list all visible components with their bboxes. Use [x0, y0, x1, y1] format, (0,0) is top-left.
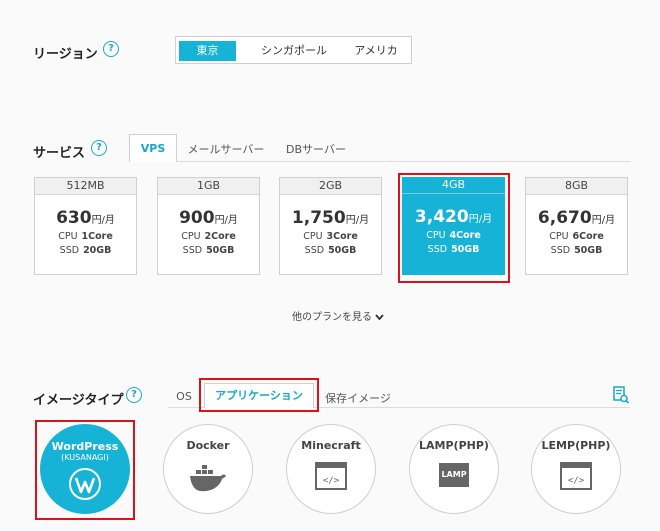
plan-ssd: SSD 50GB: [550, 245, 603, 256]
app-lamp[interactable]: LAMP(PHP) LAMP: [409, 424, 499, 514]
tab-vps[interactable]: VPS: [129, 134, 177, 162]
plan-card-8gb[interactable]: 8GB 6,670円/月 CPU 6Core SSD 50GB: [525, 177, 628, 275]
tab-application[interactable]: アプリケーション: [204, 383, 314, 408]
plan-name: 8GB: [526, 178, 627, 195]
chevron-down-icon: [375, 313, 384, 320]
plan-cpu: CPU 1Core: [58, 231, 113, 242]
image-type-help-icon[interactable]: ?: [126, 387, 142, 403]
service-tab-rule: [130, 161, 630, 162]
plan-price: 1,750円/月: [291, 208, 370, 228]
plan-price: 900円/月: [179, 208, 238, 228]
region-help-icon[interactable]: ?: [103, 41, 119, 57]
tab-saved-image[interactable]: 保存イメージ: [322, 390, 394, 406]
region-option-singapore[interactable]: シンガポール: [244, 41, 344, 61]
plan-card-4gb[interactable]: 4GB 3,420円/月 CPU 4Core SSD 50GB: [402, 177, 505, 275]
plan-card-2gb[interactable]: 2GB 1,750円/月 CPU 3Core SSD 50GB: [279, 177, 382, 275]
plan-name: 2GB: [280, 178, 381, 195]
region-selector: 東京 シンガポール アメリカ: [175, 36, 412, 64]
plan-cpu: CPU 4Core: [426, 230, 481, 241]
code-window-icon: </>: [315, 462, 347, 490]
region-label: リージョン: [33, 47, 98, 62]
service-label: サービス: [33, 146, 86, 161]
region-option-tokyo[interactable]: 東京: [179, 41, 236, 61]
plan-price: 630円/月: [56, 208, 115, 228]
svg-text:</>: </>: [568, 476, 585, 486]
plan-name: 1GB: [158, 178, 259, 195]
plan-card-1gb[interactable]: 1GB 900円/月 CPU 2Core SSD 50GB: [157, 177, 260, 275]
plan-ssd: SSD 20GB: [59, 245, 112, 256]
plan-ssd: SSD 50GB: [304, 245, 357, 256]
plan-card-512mb[interactable]: 512MB 630円/月 CPU 1Core SSD 20GB: [34, 177, 137, 275]
docker-whale-icon: [190, 465, 226, 492]
app-docker[interactable]: Docker: [163, 424, 253, 514]
wordpress-logo-icon: [69, 468, 101, 500]
more-plans-link[interactable]: 他のプランを見る: [292, 308, 384, 323]
plan-cpu: CPU 6Core: [549, 231, 604, 242]
tab-os[interactable]: OS: [170, 390, 198, 403]
plan-cpu: CPU 2Core: [181, 231, 236, 242]
code-window-icon: </>: [560, 462, 592, 490]
plan-name: 4GB: [402, 177, 505, 194]
plan-ssd: SSD 50GB: [182, 245, 235, 256]
service-help-icon[interactable]: ?: [91, 140, 107, 156]
app-minecraft[interactable]: Minecraft </>: [286, 424, 376, 514]
image-type-label: イメージタイプ: [33, 393, 124, 408]
plan-cpu: CPU 3Core: [303, 231, 358, 242]
plan-ssd: SSD 50GB: [427, 244, 480, 255]
lamp-badge-icon: LAMP: [439, 463, 469, 487]
plan-price: 6,670円/月: [537, 208, 616, 228]
app-wordpress[interactable]: WordPress (KUSANAGI): [40, 424, 130, 514]
tab-mail-server[interactable]: メールサーバー: [186, 141, 266, 157]
app-lemp[interactable]: LEMP(PHP) </>: [531, 424, 621, 514]
plan-name: 512MB: [35, 178, 136, 195]
plan-price: 3,420円/月: [414, 207, 493, 227]
search-list-icon[interactable]: [613, 386, 629, 404]
region-option-usa[interactable]: アメリカ: [344, 41, 408, 61]
svg-text:</>: </>: [323, 476, 340, 486]
tab-db-server[interactable]: DBサーバー: [281, 141, 351, 157]
